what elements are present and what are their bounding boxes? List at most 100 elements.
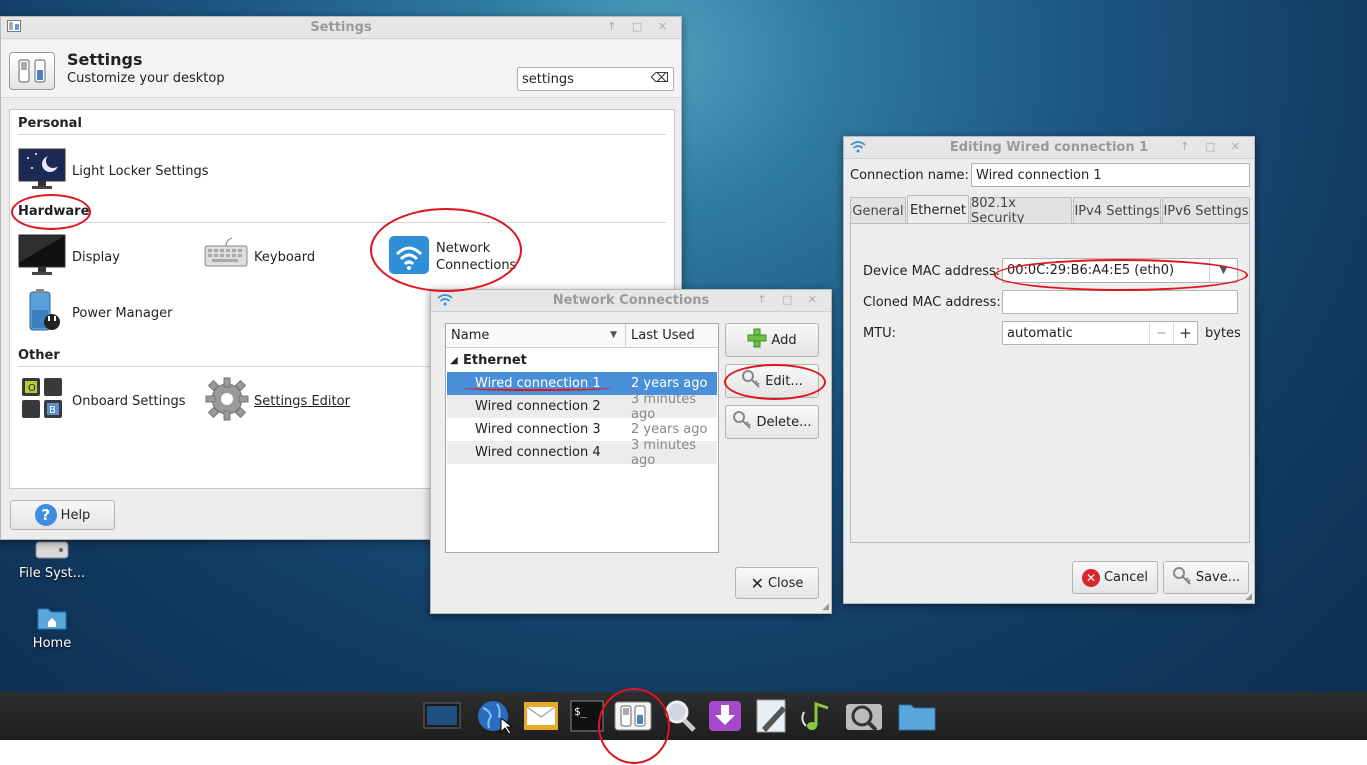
group-row-ethernet[interactable]: ◢ Ethernet [447, 349, 717, 372]
battery-icon [18, 288, 68, 338]
plus-icon [747, 328, 767, 352]
mail-icon[interactable] [522, 698, 562, 734]
keys-icon [732, 410, 752, 434]
edit-button[interactable]: Edit... [725, 364, 819, 398]
tab-ipv4-settings[interactable]: IPv4 Settings [1073, 197, 1161, 224]
show-desktop-icon[interactable] [422, 698, 462, 734]
terminal-icon[interactable]: $_ [567, 698, 607, 734]
connection-name: Wired connection 1 [475, 376, 601, 391]
download-icon[interactable] [705, 698, 745, 734]
titlebar[interactable]: Editing Wired connection 1 ↑ □ ✕ [844, 137, 1254, 159]
connection-name: Wired connection 3 [475, 422, 601, 437]
connection-last-used: 2 years ago [631, 376, 708, 391]
window-controls[interactable]: ↑ □ ✕ [607, 20, 673, 33]
settings-editor-item[interactable]: Settings Editor [204, 376, 350, 426]
section-personal: Personal [18, 116, 82, 131]
tab-general[interactable]: General [850, 197, 906, 224]
column-name-label: Name [451, 328, 490, 343]
tab-ethernet[interactable]: Ethernet [907, 195, 969, 224]
column-header-name[interactable]: Name ▼ [446, 324, 626, 348]
network-connections-item[interactable]: Network Connections [388, 234, 516, 280]
mtu-unit: bytes [1205, 326, 1241, 341]
close-label: Close [767, 575, 804, 591]
connection-name-input[interactable]: Wired connection 1 [971, 163, 1250, 187]
settings-header-icon [9, 52, 55, 90]
connection-last-used: 3 minutes ago [631, 391, 697, 422]
titlebar[interactable]: Settings ↑ □ ✕ [1, 17, 681, 39]
table-row[interactable]: Wired connection 2 3 minutes ago [447, 392, 717, 422]
home-folder-icon [37, 604, 67, 630]
wifi-icon [388, 234, 432, 280]
connections-list: Name ▼ Last Used ◢ Ethernet Wired connec… [445, 323, 719, 553]
keyboard-item[interactable]: Keyboard [204, 234, 315, 280]
settings-header: Settings Customize your desktop settings… [1, 40, 681, 98]
network-label-line1: Network [436, 241, 491, 256]
delete-button[interactable]: Delete... [725, 405, 819, 439]
tab-bar: General Ethernet 802.1x Security IPv4 Se… [850, 195, 1250, 226]
mtu-spinbutton[interactable]: automatic − + [1002, 321, 1198, 345]
section-hardware: Hardware [18, 204, 90, 219]
dropdown-arrow-icon[interactable]: ▼ [1209, 259, 1237, 282]
divider [18, 134, 666, 135]
desktop-icon-label: Home [32, 636, 72, 651]
connection-name: Wired connection 2 [475, 399, 601, 414]
clear-icon[interactable]: ⌫ [651, 71, 669, 86]
close-button[interactable]: ✕ Close [735, 567, 819, 599]
cloned-mac-label: Cloned MAC address: [863, 295, 1001, 310]
edit-connection-window: Editing Wired connection 1 ↑ □ ✕ Connect… [843, 136, 1255, 604]
svg-text:$_: $_ [574, 705, 588, 718]
help-button[interactable]: ? Help [10, 500, 115, 530]
power-manager-item[interactable]: Power Manager [18, 288, 172, 338]
display-item[interactable]: Display [18, 234, 120, 280]
table-row[interactable]: Wired connection 4 3 minutes ago [447, 438, 717, 468]
resize-grip-icon[interactable]: ◢ [1245, 592, 1252, 602]
light-locker-icon [18, 148, 68, 194]
tab-ipv6-settings[interactable]: IPv6 Settings [1162, 197, 1250, 224]
desktop-icon-filesystem[interactable]: File Syst... [12, 538, 92, 581]
device-mac-combobox[interactable]: 00:0C:29:B6:A4:E5 (eth0) ▼ [1002, 258, 1238, 283]
network-label: Network Connections [436, 240, 516, 274]
light-locker-item[interactable]: Light Locker Settings [18, 148, 209, 194]
increment-icon[interactable]: + [1173, 322, 1197, 344]
power-manager-label: Power Manager [72, 305, 173, 321]
connection-name: Wired connection 4 [475, 445, 601, 460]
connection-name-label: Connection name: [850, 168, 969, 183]
mtu-value: automatic [1007, 325, 1073, 341]
file-manager-icon[interactable] [897, 698, 937, 734]
onboard-label: Onboard Settings [72, 393, 186, 409]
keys-icon [741, 369, 761, 393]
cloned-mac-input[interactable] [1002, 290, 1238, 314]
browser-icon[interactable] [475, 698, 515, 734]
search-value: settings [522, 71, 574, 87]
add-button[interactable]: Add [725, 323, 819, 357]
search-icon[interactable] [660, 698, 700, 734]
resize-grip-icon[interactable]: ◢ [822, 602, 829, 612]
settings-search-input[interactable]: settings ⌫ [517, 67, 674, 91]
network-label-line2: Connections [436, 258, 517, 273]
image-viewer-icon[interactable] [844, 698, 884, 734]
device-mac-label: Device MAC address: [863, 264, 1001, 279]
column-last-used-label: Last Used [631, 328, 695, 343]
connection-last-used: 3 minutes ago [631, 437, 697, 468]
window-controls[interactable]: ↑ □ ✕ [757, 293, 823, 306]
column-header-last-used[interactable]: Last Used [626, 324, 718, 348]
music-player-icon[interactable] [799, 698, 839, 734]
save-button[interactable]: Save... [1163, 561, 1249, 594]
cancel-button[interactable]: ✕ Cancel [1072, 561, 1158, 594]
desktop-icon-label: File Syst... [18, 566, 86, 581]
titlebar[interactable]: Network Connections ↑ □ ✕ [431, 290, 831, 312]
settings-editor-label: Settings Editor [254, 393, 350, 409]
decrement-icon[interactable]: − [1149, 322, 1173, 344]
delete-label: Delete... [756, 414, 812, 430]
desktop-icon-home[interactable]: Home [12, 604, 92, 651]
gear-icon [204, 376, 250, 426]
settings-title: Settings [67, 50, 143, 69]
window-controls[interactable]: ↑ □ ✕ [1180, 140, 1246, 153]
onboard-settings-item[interactable]: OB Onboard Settings [18, 376, 185, 426]
tab-8021x-security[interactable]: 802.1x Security [970, 196, 1072, 226]
text-editor-icon[interactable] [753, 698, 793, 734]
divider [18, 222, 666, 223]
sort-arrow-icon: ▼ [610, 330, 617, 340]
taskbar: $_ [0, 692, 1367, 740]
settings-manager-icon[interactable] [613, 698, 653, 734]
